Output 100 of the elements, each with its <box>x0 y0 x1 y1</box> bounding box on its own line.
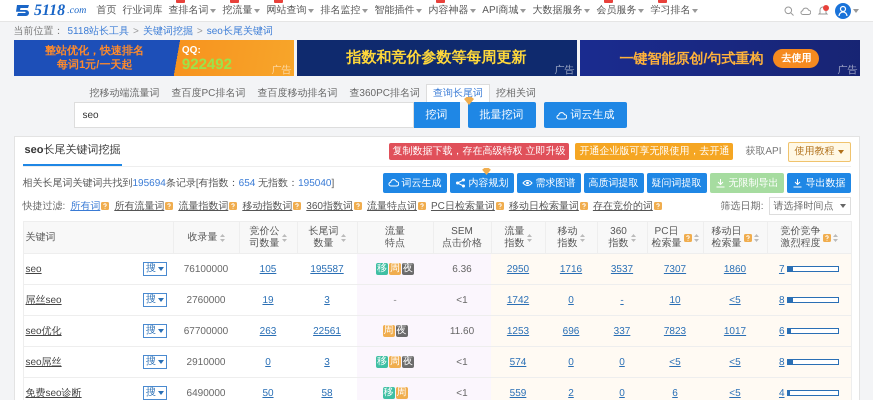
table-link[interactable]: 2950 <box>506 264 530 274</box>
table-link[interactable]: 1253 <box>506 326 530 336</box>
filter-link[interactable]: 流量指数词 <box>178 198 228 214</box>
vip-button[interactable]: 批量挖词 <box>468 102 536 128</box>
keyword-link[interactable]: seo优化 <box>26 324 62 338</box>
filter-link[interactable]: 移动指数词 <box>242 198 292 214</box>
table-link[interactable]: 8 <box>778 292 785 308</box>
column-header[interactable]: PC日检索量 <box>651 226 682 250</box>
table-link[interactable]: 19 <box>262 294 274 306</box>
search-engine-dropdown[interactable]: 搜 <box>143 262 167 276</box>
table-link[interactable]: 696 <box>562 326 580 336</box>
table-link[interactable]: <5 <box>669 356 681 368</box>
search-engine-dropdown[interactable]: 搜 <box>143 355 167 369</box>
table-link[interactable]: 0 <box>568 356 574 368</box>
keyword-link[interactable]: 屌丝seo <box>26 292 62 308</box>
table-link[interactable]: 0 <box>568 294 574 306</box>
table-link[interactable]: 195587 <box>310 264 344 274</box>
table-link[interactable]: 105 <box>260 264 276 274</box>
table-link[interactable]: 6 <box>778 324 785 338</box>
column-header[interactable]: 流量特点 <box>384 226 406 250</box>
toolbar-button[interactable]: 内容规划 <box>450 173 514 193</box>
filter-link[interactable]: 所有流量词 <box>114 198 164 214</box>
table-link[interactable]: 7307 <box>664 264 686 274</box>
column-header[interactable]: 竞价竞争激烈程度 <box>780 226 821 250</box>
filter-link[interactable]: 移动日检索量词 <box>508 198 579 214</box>
table-link[interactable]: 8 <box>778 354 785 370</box>
toolbar-button[interactable]: 疑问词提取 <box>646 173 706 193</box>
search-field[interactable]: seo <box>74 102 414 128</box>
keyword-link[interactable]: seo屌丝 <box>26 354 62 370</box>
logo[interactable]: 5118.com <box>14 0 86 22</box>
nav-link[interactable]: 排名监控 <box>320 3 360 18</box>
table-link[interactable]: 3537 <box>610 264 634 274</box>
toolbar-button[interactable]: 需求图谱 <box>516 173 580 193</box>
search-engine-dropdown[interactable]: 搜 <box>143 324 167 338</box>
column-header[interactable]: 移动指数 <box>557 226 578 250</box>
toolbar-button[interactable]: 高质词提取 <box>584 173 644 193</box>
table-link[interactable]: 1716 <box>560 264 582 274</box>
table-link[interactable]: 2 <box>568 388 574 398</box>
search-tab[interactable]: 查360PC排名词 <box>343 84 426 102</box>
keyword-link[interactable]: 免费seo诊断 <box>26 386 82 400</box>
table-link[interactable]: 3 <box>324 294 330 306</box>
filter-link[interactable]: 360指数词 <box>306 198 353 214</box>
table-link[interactable]: 7 <box>778 262 785 276</box>
table-link[interactable]: 1742 <box>506 294 530 306</box>
ad-banner[interactable]: 一键智能原创/句式重构 去使用 广告 <box>580 40 860 76</box>
primary-button[interactable]: 挖词 <box>414 102 460 128</box>
upgrade-notice[interactable]: 复制数据下载，存在高级特权 立即升级 <box>388 143 570 160</box>
api-link[interactable]: 获取API <box>739 144 788 159</box>
nav-link[interactable]: 会员服务 <box>596 3 636 18</box>
table-link[interactable]: 6 <box>672 388 678 398</box>
search-tab[interactable]: 查百度PC排名词 <box>166 84 252 102</box>
breadcrumb-link[interactable]: 5118站长工具 <box>68 24 130 38</box>
table-link[interactable]: <5 <box>729 356 741 368</box>
table-link[interactable]: 263 <box>260 326 276 336</box>
table-link[interactable]: 58 <box>321 388 333 398</box>
table-link[interactable]: 1017 <box>724 326 746 336</box>
breadcrumb-link[interactable]: 关键词挖掘 <box>142 24 193 38</box>
column-header[interactable]: 360指数 <box>608 226 629 250</box>
table-link[interactable]: 7823 <box>664 326 686 336</box>
search-engine-dropdown[interactable]: 搜 <box>143 386 167 400</box>
table-link[interactable]: <5 <box>729 294 741 306</box>
search-tab[interactable]: 挖相关词 <box>490 84 542 102</box>
nav-link[interactable]: 网站查询 <box>266 3 306 18</box>
nav-link[interactable]: 行业词库 <box>122 3 162 18</box>
search-tab[interactable]: 查百度移动排名词 <box>251 84 344 102</box>
table-link[interactable]: 4 <box>778 386 785 400</box>
filter-link[interactable]: 所有词 <box>70 198 100 214</box>
nav-link[interactable]: 智能插件 <box>374 3 414 18</box>
table-link[interactable]: 3 <box>324 356 330 368</box>
nav-link[interactable]: API商城 <box>482 3 518 18</box>
nav-link[interactable]: 挖流量 <box>222 3 252 18</box>
table-link[interactable]: 0 <box>265 356 271 368</box>
table-link[interactable]: 559 <box>510 388 526 398</box>
nav-link[interactable]: 学习排名 <box>650 3 690 18</box>
column-header[interactable]: 长尾词数量 <box>308 226 339 250</box>
table-link[interactable]: <5 <box>729 388 741 398</box>
tutorial-button[interactable]: 使用教程 <box>788 142 850 162</box>
column-header[interactable]: 移动日检索量 <box>711 226 742 250</box>
table-link[interactable]: 50 <box>262 388 274 398</box>
search-tab[interactable]: 挖移动端流量词 <box>84 84 166 102</box>
column-header[interactable]: 流量指数 <box>504 226 525 250</box>
avatar[interactable] <box>835 2 859 18</box>
table-link[interactable]: 0 <box>619 388 625 398</box>
nav-link[interactable]: 内容神器 <box>428 3 468 18</box>
date-select[interactable]: 请选择时间点 <box>768 197 850 215</box>
filter-link[interactable]: 存在竞价的词 <box>592 198 653 214</box>
cloud-button[interactable]: 词云生成 <box>544 102 626 128</box>
search-engine-dropdown[interactable]: 搜 <box>143 293 167 307</box>
column-header[interactable]: 竞价公司数量 <box>249 226 280 250</box>
table-link[interactable]: 337 <box>614 326 630 336</box>
breadcrumb-link[interactable]: seo长尾关键词 <box>206 24 273 38</box>
nav-link[interactable]: 首页 <box>96 3 116 18</box>
table-link[interactable]: - <box>620 294 624 306</box>
ad-banner[interactable]: 整站优化，快速排名 每词1元/一天起 QQ: 922492 广告 <box>14 40 294 76</box>
table-link[interactable]: 574 <box>510 356 526 368</box>
toolbar-button[interactable]: 词云生成 <box>382 173 446 193</box>
nav-link[interactable]: 查排名词 <box>168 3 208 18</box>
search-tab[interactable]: 查询长尾词 <box>426 84 490 102</box>
filter-link[interactable]: PC日检索量词 <box>430 198 495 214</box>
filter-link[interactable]: 流量特点词 <box>366 198 417 214</box>
